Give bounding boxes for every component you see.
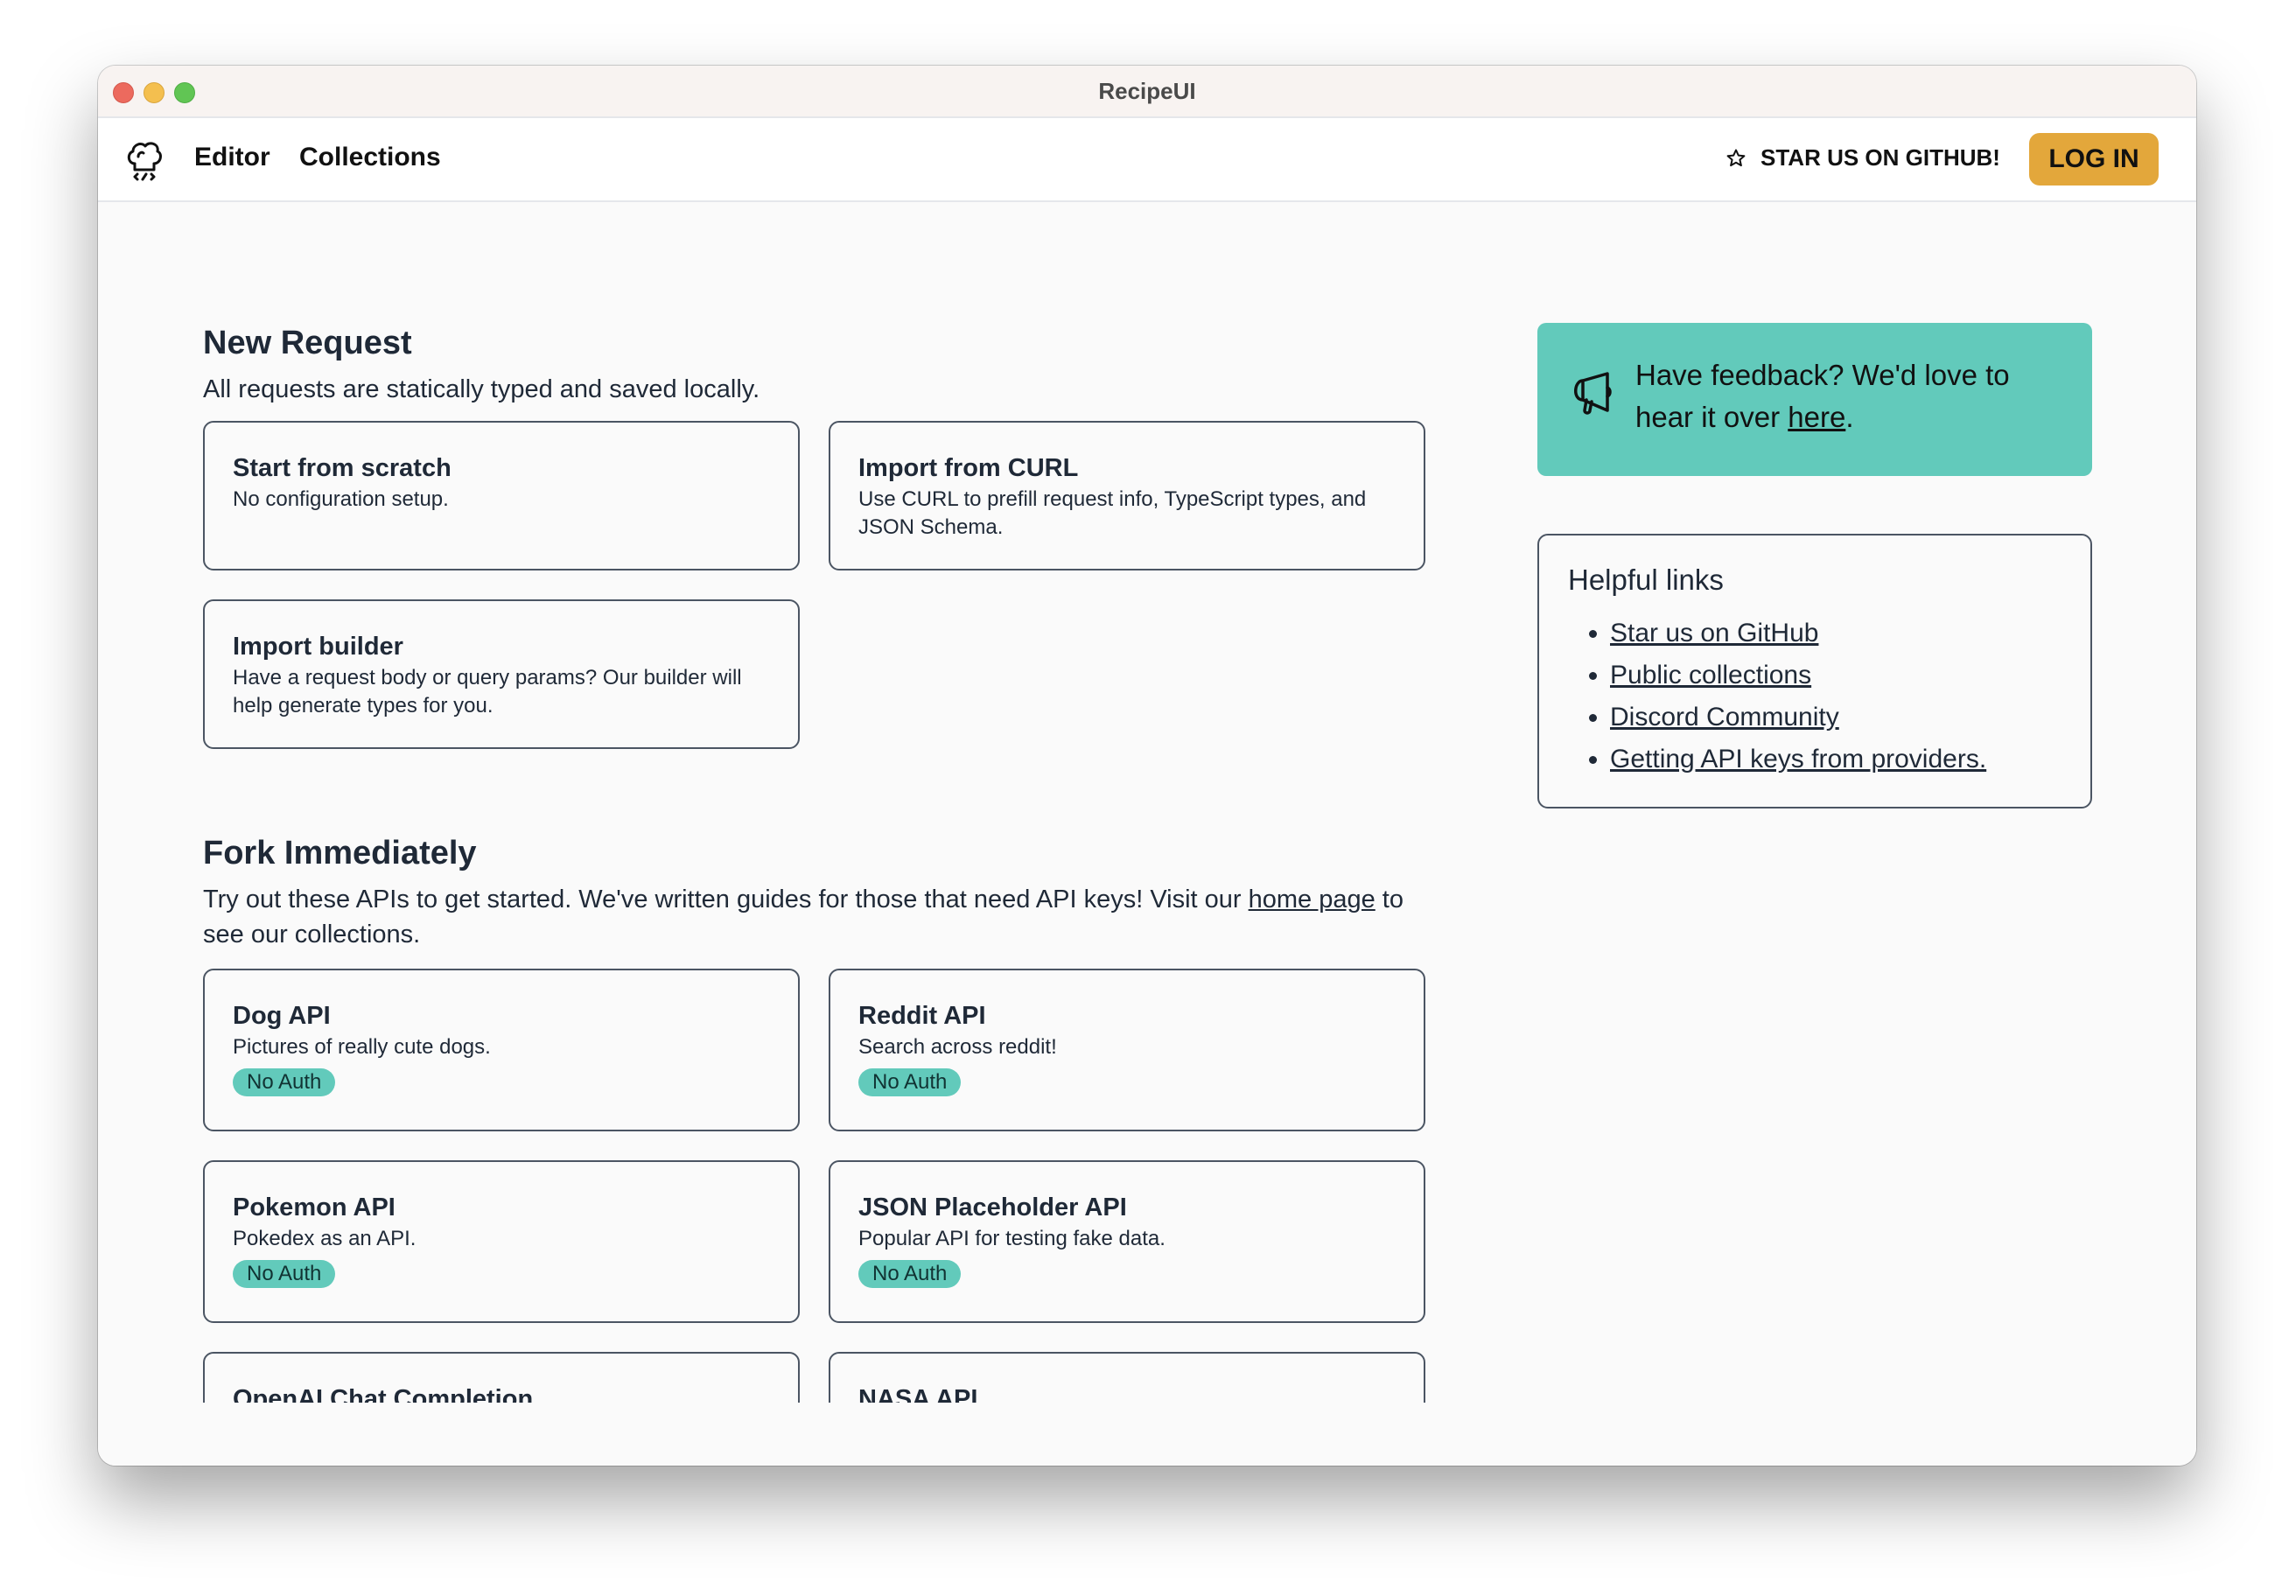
card-title: NASA API (858, 1385, 978, 1403)
list-item: Discord Community (1610, 696, 1986, 738)
feedback-here-link[interactable]: here (1788, 401, 1845, 433)
top-navbar: Editor Collections STAR US ON GITHUB! LO… (98, 118, 2196, 202)
app-window: RecipeUI Editor Collections STAR US ON G… (98, 66, 2196, 1466)
start-from-scratch-card[interactable]: Start from scratch No configuration setu… (203, 421, 800, 570)
new-request-heading: New Request (203, 325, 412, 361)
card-description: Search across reddit! (858, 1035, 1057, 1059)
card-description: No configuration setup. (233, 487, 449, 511)
auth-badge: No Auth (858, 1260, 962, 1288)
card-title: JSON Placeholder API (858, 1194, 1127, 1222)
nav-collections-link[interactable]: Collections (299, 143, 441, 172)
home-page-link[interactable]: home page (1249, 886, 1376, 914)
feedback-text: Have feedback? We'd love to hear it over… (1635, 354, 2066, 438)
card-description: Use CURL to prefill request info, TypeSc… (858, 487, 1367, 539)
nasa-api-card[interactable]: NASA API (829, 1352, 1425, 1403)
fork-immediately-heading: Fork Immediately (203, 835, 477, 872)
scroll-clipped-region: OpenAI Chat Completion NASA API (98, 1352, 2196, 1403)
import-builder-card[interactable]: Import builder Have a request body or qu… (203, 599, 800, 749)
list-item: Getting API keys from providers. (1610, 738, 1986, 780)
card-description: Pictures of really cute dogs. (233, 1035, 491, 1059)
openai-chat-completion-card[interactable]: OpenAI Chat Completion (203, 1352, 800, 1403)
reddit-api-card[interactable]: Reddit API Search across reddit! No Auth (829, 969, 1425, 1131)
list-item: Star us on GitHub (1610, 612, 1986, 654)
title-bar: RecipeUI (98, 66, 2196, 118)
nav-editor-link[interactable]: Editor (194, 143, 270, 172)
star-on-github-label: STAR US ON GITHUB! (1760, 144, 2000, 171)
login-button[interactable]: LOG IN (2029, 133, 2159, 186)
star-on-github-button[interactable]: STAR US ON GITHUB! (1726, 144, 2000, 172)
feedback-text-end: . (1845, 401, 1854, 433)
fork-description: Try out these APIs to get started. We've… (203, 882, 1428, 952)
card-title: OpenAI Chat Completion (233, 1385, 534, 1403)
dog-api-card[interactable]: Dog API Pictures of really cute dogs. No… (203, 969, 800, 1131)
main-content: New Request All requests are statically … (98, 202, 2196, 1466)
auth-badge: No Auth (233, 1068, 336, 1096)
card-description: Have a request body or query params? Our… (233, 666, 742, 718)
import-from-curl-card[interactable]: Import from CURL Use CURL to prefill req… (829, 421, 1425, 570)
list-item: Public collections (1610, 654, 1986, 696)
card-title: Dog API (233, 1002, 331, 1030)
star-outline-icon (1726, 149, 1746, 166)
public-collections-link[interactable]: Public collections (1610, 661, 1811, 690)
feedback-banner: Have feedback? We'd love to hear it over… (1537, 323, 2092, 476)
json-placeholder-api-card[interactable]: JSON Placeholder API Popular API for tes… (829, 1160, 1425, 1323)
card-title: Import from CURL (858, 454, 1079, 482)
auth-badge: No Auth (233, 1260, 336, 1288)
pokemon-api-card[interactable]: Pokemon API Pokedex as an API. No Auth (203, 1160, 800, 1323)
new-request-subtitle: All requests are statically typed and sa… (203, 375, 760, 403)
fork-description-text: Try out these APIs to get started. We've… (203, 886, 1249, 914)
window-title: RecipeUI (1098, 78, 1196, 104)
card-description: Pokedex as an API. (233, 1227, 416, 1250)
helpful-links-panel: Helpful links Star us on GitHub Public c… (1537, 534, 2092, 808)
card-title: Reddit API (858, 1002, 986, 1030)
helpful-links-title: Helpful links (1568, 564, 1724, 596)
star-github-link[interactable]: Star us on GitHub (1610, 619, 1818, 648)
chef-hat-code-icon[interactable] (124, 137, 164, 181)
card-description: Popular API for testing fake data. (858, 1227, 1166, 1250)
discord-community-link[interactable]: Discord Community (1610, 703, 1839, 732)
auth-badge: No Auth (858, 1068, 962, 1096)
card-title: Import builder (233, 633, 403, 661)
card-title: Pokemon API (233, 1194, 396, 1222)
api-keys-guide-link[interactable]: Getting API keys from providers. (1610, 745, 1986, 774)
megaphone-icon (1574, 372, 1612, 415)
helpful-links-list: Star us on GitHub Public collections Dis… (1568, 612, 1986, 780)
card-title: Start from scratch (233, 454, 452, 482)
